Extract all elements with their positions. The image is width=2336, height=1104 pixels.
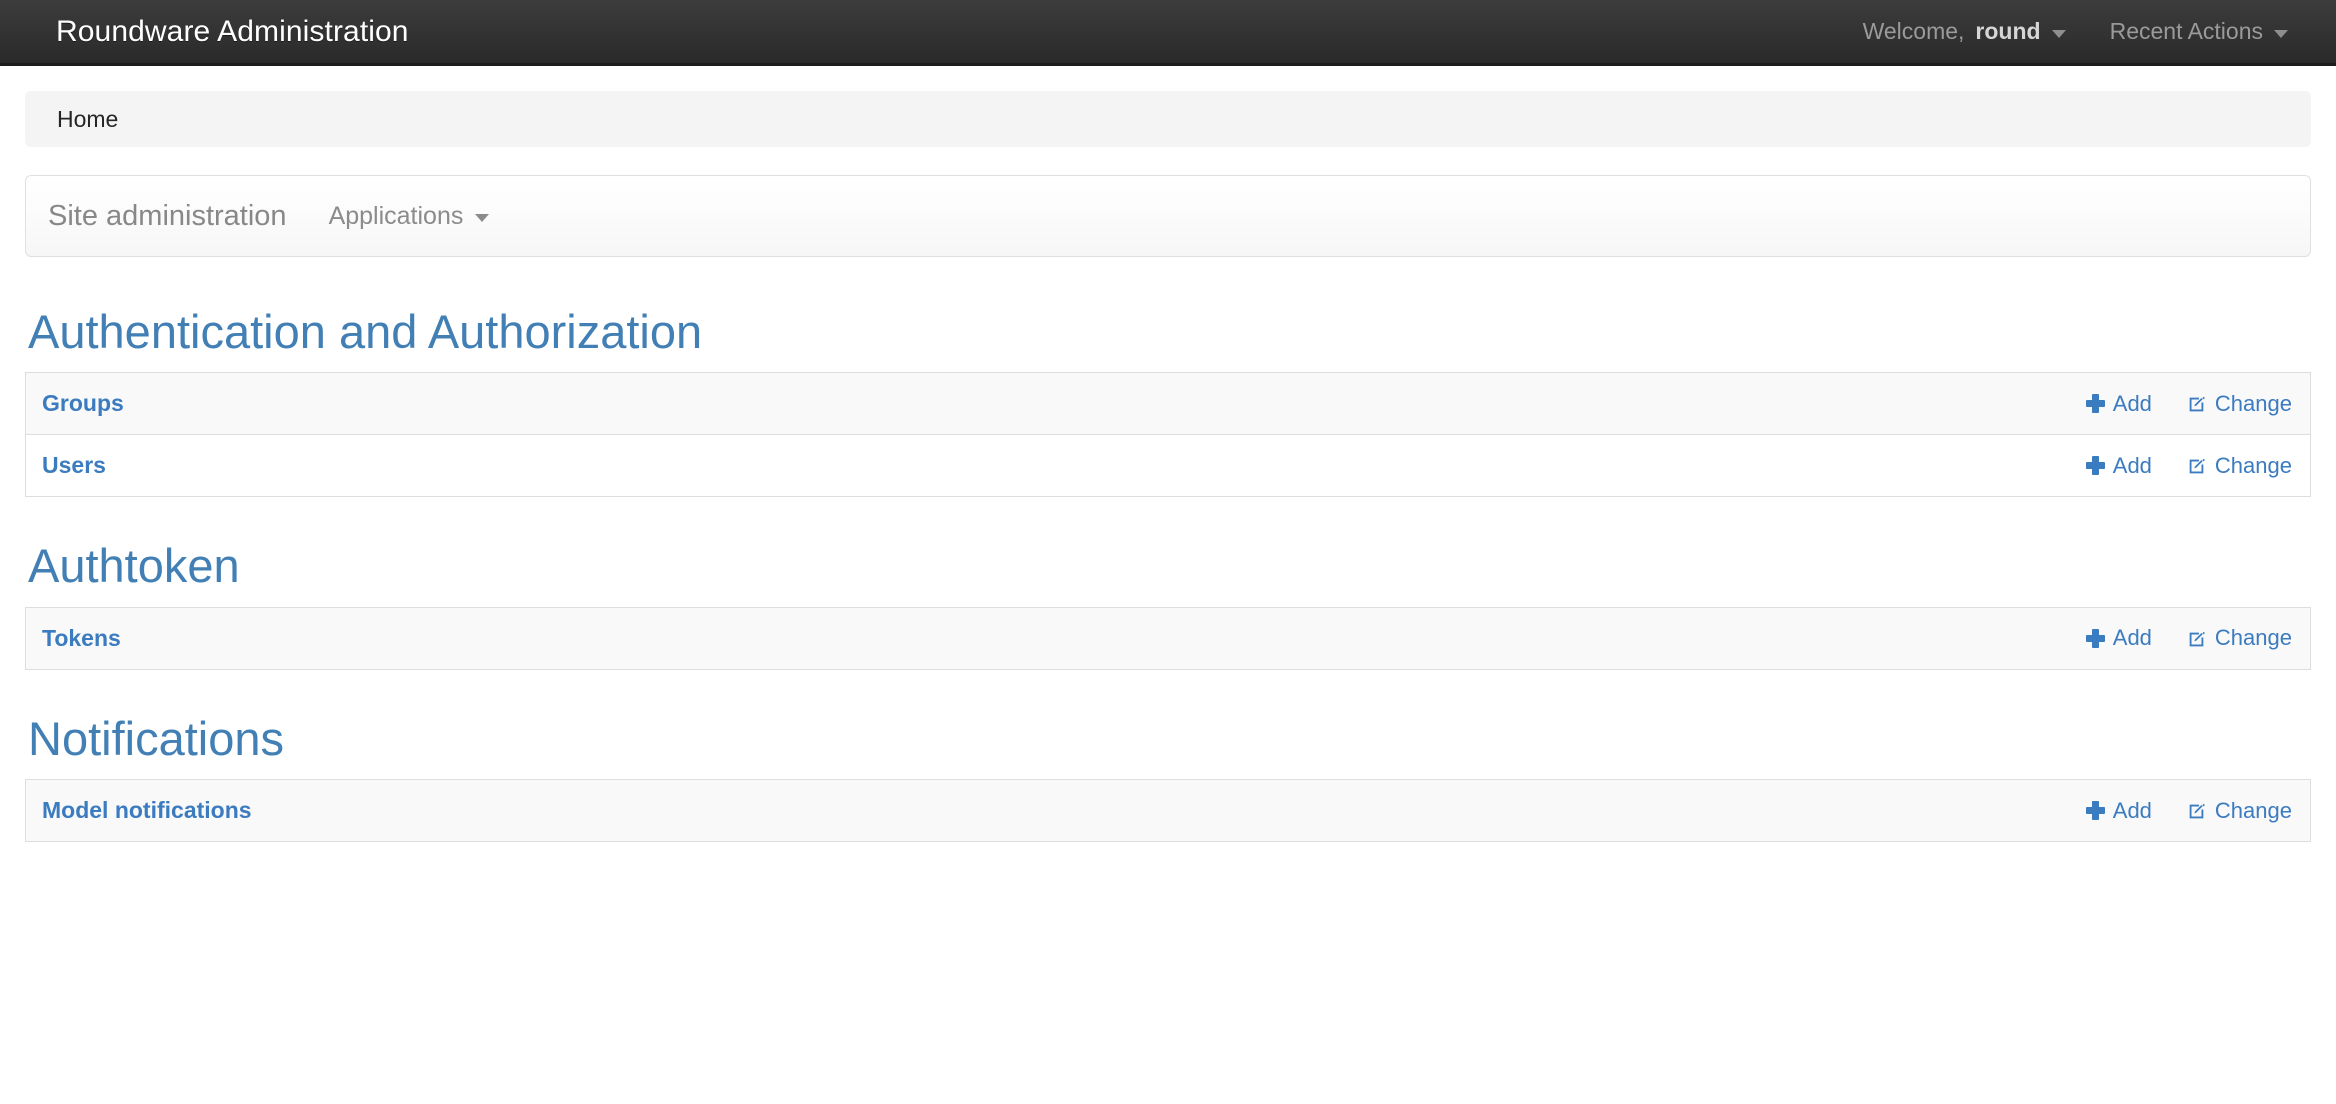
add-link-label: Add <box>2112 390 2152 416</box>
chevron-down-icon <box>2051 29 2066 38</box>
edit-pencil-icon <box>2186 456 2207 477</box>
model-link[interactable]: Model notifications <box>42 797 252 823</box>
app-title: Notifications <box>28 711 284 765</box>
add-link-label: Add <box>2112 797 2152 823</box>
plus-icon <box>2085 394 2105 414</box>
plus-icon <box>2085 801 2105 821</box>
bottom-spacer <box>25 842 2311 882</box>
site-administration-panel: Site administration Applications <box>25 175 2311 257</box>
table-row: Model notifications Add Change <box>25 779 2311 842</box>
model-name-cell: Groups <box>26 373 721 435</box>
model-link[interactable]: Users <box>42 452 106 478</box>
model-link[interactable]: Tokens <box>42 625 121 651</box>
plus-icon <box>2085 456 2105 476</box>
change-link[interactable]: Change <box>2186 625 2292 651</box>
user-menu[interactable]: Welcome, round <box>1863 18 2066 45</box>
model-name-cell: Model notifications <box>26 780 1172 842</box>
model-link[interactable]: Groups <box>42 390 124 416</box>
navbar-right-links: Welcome, round Recent Actions <box>1863 18 2288 45</box>
change-link[interactable]: Change <box>2186 453 2292 479</box>
edit-pencil-icon <box>2186 394 2207 415</box>
recent-actions-label: Recent Actions <box>2109 18 2263 44</box>
applications-dropdown-label: Applications <box>328 201 464 230</box>
model-actions-cell: Add Change <box>706 607 2310 669</box>
change-link[interactable]: Change <box>2186 391 2292 417</box>
model-name-cell: Users <box>26 435 721 497</box>
model-table: Groups Add Change Users Add Change <box>25 372 2311 498</box>
plus-icon <box>2085 628 2105 648</box>
breadcrumb-item-home[interactable]: Home <box>57 107 118 131</box>
model-name-cell: Tokens <box>26 607 707 669</box>
edit-pencil-icon <box>2186 629 2207 650</box>
change-link-label: Change <box>2214 797 2292 823</box>
chevron-down-icon <box>2274 29 2288 38</box>
applications-dropdown[interactable]: Applications <box>329 202 490 231</box>
model-actions-cell: Add Change <box>1171 780 2310 842</box>
top-navbar: Roundware Administration Welcome, round … <box>0 0 2336 66</box>
app-section: Authtoken Tokens Add Change <box>25 539 2311 670</box>
add-link[interactable]: Add <box>2085 797 2152 824</box>
change-link[interactable]: Change <box>2186 798 2292 824</box>
add-link[interactable]: Add <box>2085 625 2152 651</box>
model-actions-cell: Add Change <box>721 373 2311 435</box>
add-link-label: Add <box>2112 625 2152 651</box>
model-actions-cell: Add Change <box>721 435 2311 497</box>
current-username: round <box>1975 18 2041 44</box>
change-link-label: Change <box>2214 452 2292 478</box>
app-list: Authentication and Authorization Groups Ad… <box>25 305 2311 843</box>
change-link-label: Change <box>2214 390 2292 416</box>
model-table: Tokens Add Change <box>25 606 2311 670</box>
page-title: Site administration <box>48 199 287 232</box>
edit-pencil-icon <box>2186 801 2207 822</box>
model-table: Model notifications Add Change <box>25 779 2311 843</box>
add-link[interactable]: Add <box>2085 390 2152 417</box>
app-section: Authentication and Authorization Groups Ad… <box>25 305 2311 498</box>
recent-actions-menu[interactable]: Recent Actions <box>2110 18 2288 45</box>
breadcrumb: Home <box>25 91 2311 147</box>
app-title: Authtoken <box>28 539 240 593</box>
app-title: Authentication and Authorization <box>28 305 703 358</box>
add-link[interactable]: Add <box>2085 452 2152 479</box>
add-link-label: Add <box>2112 452 2152 478</box>
table-row: Groups Add Change <box>25 372 2311 435</box>
site-brand-title: Roundware Administration <box>56 14 409 48</box>
app-section: Notifications Model notifications Add Chang… <box>25 711 2311 843</box>
page-container: Home Site administration Applications Au… <box>0 91 2336 882</box>
table-row: Tokens Add Change <box>25 607 2311 670</box>
table-row: Users Add Change <box>25 434 2311 497</box>
chevron-down-icon <box>475 214 490 222</box>
welcome-prefix-label: Welcome, <box>1862 18 1965 44</box>
change-link-label: Change <box>2214 625 2292 651</box>
